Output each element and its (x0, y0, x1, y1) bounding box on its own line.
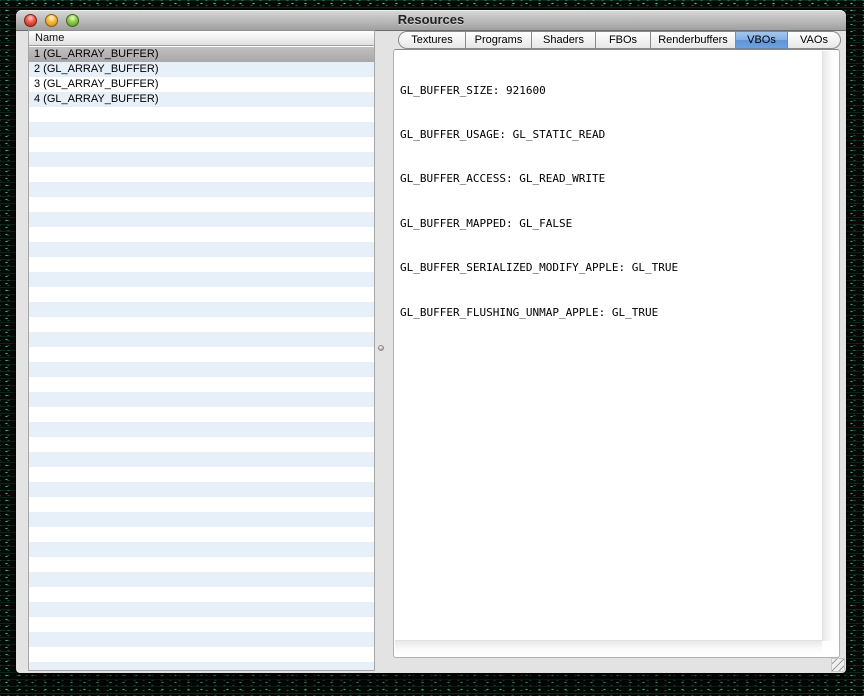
detail-line: GL_BUFFER_SIZE: 921600 (400, 84, 817, 99)
split-divider[interactable] (375, 30, 393, 671)
list-item[interactable]: 2 (GL_ARRAY_BUFFER) (29, 62, 374, 77)
column-header-name[interactable]: Name (29, 31, 374, 46)
tab-programs[interactable]: Programs (466, 31, 532, 49)
detail-line: GL_BUFFER_MAPPED: GL_FALSE (400, 217, 817, 232)
tab-fbos[interactable]: FBOs (596, 31, 651, 49)
tab-renderbuffers[interactable]: Renderbuffers (651, 31, 736, 49)
titlebar[interactable]: Resources (16, 10, 846, 31)
window-body: Name 1 (GL_ARRAY_BUFFER) 2 (GL_ARRAY_BUF… (16, 30, 846, 673)
detail-line: GL_BUFFER_USAGE: GL_STATIC_READ (400, 128, 817, 143)
resources-window: Resources Name 1 (GL_ARRAY_BUFFER) 2 (GL… (16, 10, 846, 673)
details-pane: GL_BUFFER_SIZE: 921600 GL_BUFFER_USAGE: … (393, 49, 840, 658)
detail-line: GL_BUFFER_SERIALIZED_MODIFY_APPLE: GL_TR… (400, 261, 817, 276)
list-item[interactable]: 1 (GL_ARRAY_BUFFER) (29, 47, 374, 62)
tab-bar: Textures Programs Shaders FBOs Renderbuf… (398, 31, 841, 49)
resource-list-body[interactable]: 1 (GL_ARRAY_BUFFER) 2 (GL_ARRAY_BUFFER) … (29, 47, 374, 670)
splitter-dimple-icon (378, 345, 384, 351)
resource-list: Name 1 (GL_ARRAY_BUFFER) 2 (GL_ARRAY_BUF… (28, 30, 375, 671)
buffer-properties: GL_BUFFER_SIZE: 921600 GL_BUFFER_USAGE: … (400, 54, 817, 350)
detail-line: GL_BUFFER_ACCESS: GL_READ_WRITE (400, 172, 817, 187)
tab-vbos[interactable]: VBOs (736, 31, 788, 49)
window-title: Resources (16, 10, 846, 30)
tab-vaos[interactable]: VAOs (788, 31, 841, 49)
horizontal-scrollbar[interactable] (395, 640, 822, 656)
detail-line: GL_BUFFER_FLUSHING_UNMAP_APPLE: GL_TRUE (400, 306, 817, 321)
vertical-scrollbar[interactable] (822, 51, 838, 641)
list-item[interactable]: 3 (GL_ARRAY_BUFFER) (29, 77, 374, 92)
tab-textures[interactable]: Textures (398, 31, 466, 49)
resize-grip-icon[interactable] (831, 658, 845, 672)
list-item[interactable]: 4 (GL_ARRAY_BUFFER) (29, 92, 374, 107)
desktop: { "window": { "title": "Resources", "con… (0, 0, 864, 696)
tab-shaders[interactable]: Shaders (532, 31, 596, 49)
